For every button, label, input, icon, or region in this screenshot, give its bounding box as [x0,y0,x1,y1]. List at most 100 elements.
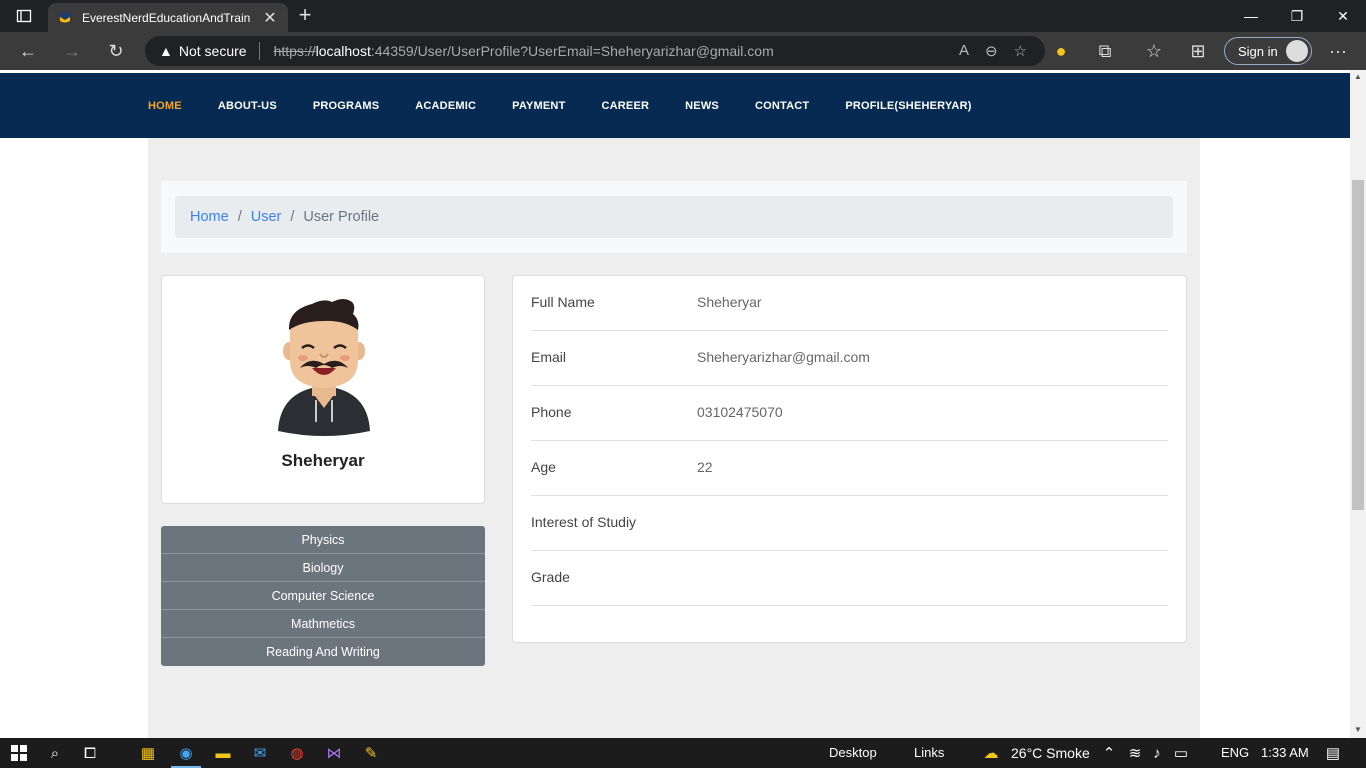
detail-row-email: Email Sheheryarizhar@gmail.com [531,331,1168,386]
visual-studio-icon[interactable]: ⋈ [323,743,345,763]
mail-icon[interactable]: ✉ [249,743,271,763]
tab-close-icon[interactable]: ✕ [260,8,280,28]
breadcrumb-user[interactable]: User [251,209,282,225]
desktop-toolbar[interactable]: Desktop [829,745,877,760]
subject-item-biology[interactable]: Biology [161,554,485,582]
file-explorer-icon[interactable]: ▬ [212,743,234,763]
collections-icon[interactable]: ⊞ [1184,39,1212,63]
breadcrumb-divider: / [237,209,242,225]
minimize-icon[interactable]: — [1228,0,1274,32]
detail-row-grade: Grade [531,551,1168,606]
address-bar[interactable]: ▲ Not secure https://localhost:44359/Use… [145,36,1045,66]
edge-icon[interactable]: ◉ [175,743,197,763]
tab-actions-icon[interactable] [8,4,40,28]
tab-title: EverestNerdEducationAndTrain [82,10,251,25]
detail-value: 03102475070 [697,404,783,420]
windows-taskbar: ⌕ ⧠ ▦ ◉ ▬ ✉ ◍ ⋈ ✎ Desktop Links ☁ 26°C S… [0,738,1366,768]
detail-row-age: Age 22 [531,441,1168,496]
window-close-icon[interactable]: ✕ [1320,0,1366,32]
scroll-down-icon[interactable]: ▼ [1354,725,1362,734]
site-navbar: HOME ABOUT-US PROGRAMS ACADEMIC PAYMENT … [0,73,1350,138]
detail-value: 22 [697,459,713,475]
breadcrumb-current: User Profile [303,209,380,225]
breadcrumb: Home / User / User Profile [175,196,1173,238]
detail-row-phone: Phone 03102475070 [531,386,1168,441]
add-favorite-icon[interactable]: ☆ [1014,42,1027,60]
weather-text[interactable]: 26°C Smoke [1011,745,1090,761]
links-toolbar[interactable]: Links [914,745,944,760]
windows-start-icon[interactable] [8,743,30,763]
new-tab-icon[interactable]: + [294,4,316,27]
zoom-icon[interactable]: ⊖ [985,42,998,60]
browser-tab-strip: EverestNerdEducationAndTrain ✕ + — ❐ ✕ [0,0,1366,32]
detail-label: Interest of Studiy [531,514,637,530]
nav-academic[interactable]: ACADEMIC [415,100,476,112]
forward-icon[interactable]: → [58,39,86,63]
read-aloud-icon[interactable]: A [959,42,969,60]
url-scheme: https:// [273,43,316,59]
sign-in-label: Sign in [1238,43,1278,59]
nav-home[interactable]: HOME [148,100,182,112]
scroll-thumb[interactable] [1352,180,1364,510]
url-host: localhost [315,43,371,59]
bulb-extension-icon[interactable]: ● [1047,39,1075,63]
extensions-icon[interactable]: ⧉ [1091,39,1119,63]
back-icon[interactable]: ← [14,39,42,63]
main-menu: HOME ABOUT-US PROGRAMS ACADEMIC PAYMENT … [148,73,1008,138]
nav-programs[interactable]: PROGRAMS [313,100,379,112]
subject-item-mathmetics[interactable]: Mathmetics [161,610,485,638]
page-scrollbar[interactable]: ▲ ▼ [1350,70,1366,738]
clock[interactable]: 1:33 AM [1261,745,1309,760]
subject-item-physics[interactable]: Physics [161,526,485,554]
page-viewport: HOME ABOUT-US PROGRAMS ACADEMIC PAYMENT … [0,70,1350,738]
scroll-up-icon[interactable]: ▲ [1354,72,1362,81]
warning-icon: ▲ [159,43,173,59]
detail-label: Full Name [531,294,595,310]
nav-about-us[interactable]: ABOUT-US [218,100,277,112]
url-text[interactable]: https://localhost:44359/User/UserProfile… [274,43,774,59]
detail-row-interest: Interest of Studiy [531,496,1168,551]
volume-icon[interactable]: ♪ [1146,743,1168,763]
detail-label: Phone [531,404,572,420]
nav-profile[interactable]: PROFILE(SHEHERYAR) [845,100,971,112]
address-divider [258,42,260,60]
show-hidden-icons-icon[interactable]: ⌃ [1098,743,1120,763]
store-icon[interactable]: ▦ [137,743,159,763]
detail-value: Sheheryarizhar@gmail.com [697,349,870,365]
weather-icon[interactable]: ☁ [980,743,1002,763]
more-icon[interactable]: ··· [1324,39,1352,63]
sticky-app-icon[interactable]: ✎ [360,743,382,763]
subject-item-computer-science[interactable]: Computer Science [161,582,485,610]
subject-item-reading-writing[interactable]: Reading And Writing [161,638,485,666]
search-icon[interactable]: ⌕ [44,743,66,763]
detail-row-full-name: Full Name Sheheryar [531,276,1168,331]
nav-contact[interactable]: CONTACT [755,100,809,112]
detail-value: Sheheryar [697,294,762,310]
refresh-icon[interactable]: ↻ [102,39,130,63]
breadcrumb-home[interactable]: Home [190,209,229,225]
nav-news[interactable]: NEWS [685,100,719,112]
language-indicator[interactable]: ENG [1221,745,1249,760]
battery-icon[interactable]: ▭ [1170,743,1192,763]
detail-label: Email [531,349,567,365]
detail-label: Age [531,459,556,475]
url-path: :44359/User/UserProfile?UserEmail=Sheher… [370,43,774,59]
profile-details-card: Full Name Sheheryar Email Sheheryarizhar… [512,275,1187,643]
chrome-icon[interactable]: ◍ [286,743,308,763]
profile-name: Sheheryar [281,451,365,470]
nav-career[interactable]: CAREER [602,100,650,112]
profile-avatar-icon [1286,40,1308,62]
nav-payment[interactable]: PAYMENT [512,100,565,112]
subjects-list: Physics Biology Computer Science Mathmet… [161,526,485,666]
graduation-cap-icon [57,10,73,22]
notification-icon[interactable]: ▤ [1322,743,1344,763]
sign-in-button[interactable]: Sign in [1224,37,1312,65]
breadcrumb-divider: / [290,209,295,225]
wifi-icon[interactable]: ≋ [1124,743,1146,763]
browser-toolbar: ← → ↻ ▲ Not secure https://localhost:443… [0,32,1366,70]
browser-tab[interactable]: EverestNerdEducationAndTrain ✕ [48,3,288,32]
restore-icon[interactable]: ❐ [1274,0,1320,32]
task-view-icon[interactable]: ⧠ [79,743,101,763]
security-label[interactable]: Not secure [179,43,247,59]
favorites-icon[interactable]: ☆ [1140,39,1168,63]
